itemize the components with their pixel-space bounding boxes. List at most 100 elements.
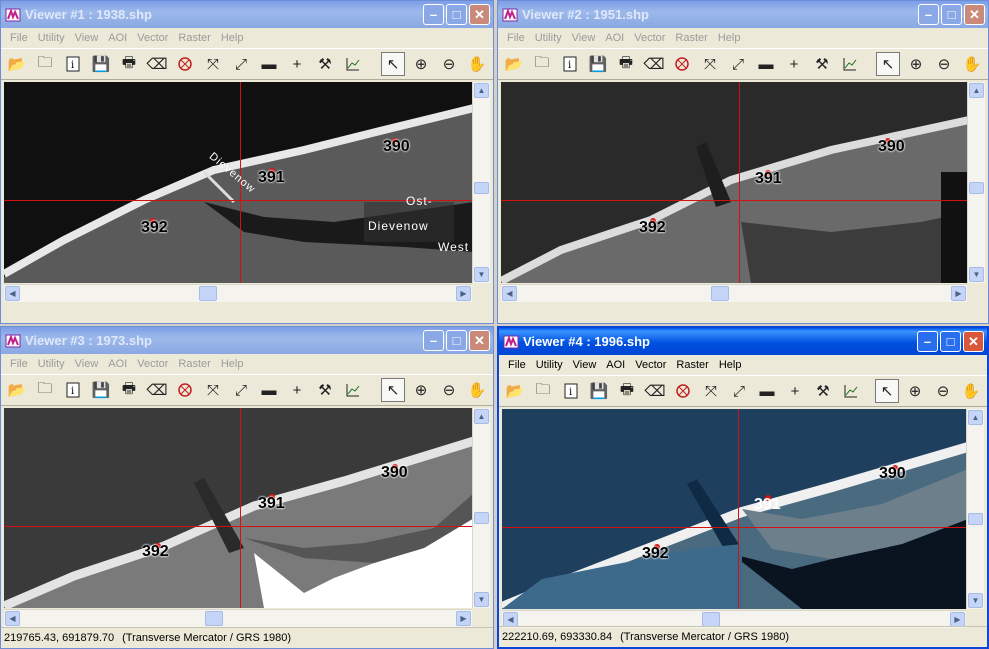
eraser-icon[interactable]: ⌫	[642, 52, 666, 76]
viewer-2-window[interactable]: Viewer #2 : 1951.shp – □ ✕ File Utility …	[497, 0, 989, 324]
vertical-scrollbar[interactable]: ▲ ▼	[966, 409, 984, 609]
menu-view[interactable]: View	[70, 358, 104, 370]
minimize-button[interactable]: –	[423, 330, 444, 351]
viewer-4-window[interactable]: Viewer #4 : 1996.shp – □ ✕ File Utility …	[497, 326, 989, 649]
maximize-button[interactable]: □	[940, 331, 961, 352]
scroll-right-button[interactable]: ▶	[950, 612, 965, 627]
menu-help[interactable]: Help	[216, 358, 249, 370]
hammer-icon[interactable]: ⚒	[810, 52, 834, 76]
scroll-right-button[interactable]: ▶	[951, 286, 966, 301]
eraser-icon[interactable]: ⌫	[643, 379, 667, 403]
new-layer-icon[interactable]: 🗀	[33, 52, 57, 76]
zoom-in-icon[interactable]: ⊕	[409, 52, 433, 76]
viewer-4-map[interactable]: 390 391 392	[502, 409, 966, 609]
eraser-icon[interactable]: ⌫	[145, 378, 169, 402]
menu-view[interactable]: View	[568, 359, 602, 371]
chart-icon[interactable]	[341, 52, 365, 76]
menu-vector[interactable]: Vector	[132, 32, 173, 44]
zoom-out-icon[interactable]: ⊖	[437, 378, 461, 402]
menu-help[interactable]: Help	[714, 359, 747, 371]
print-icon[interactable]: 🖶	[117, 378, 141, 402]
shrink-icon[interactable]: ⤧	[201, 378, 225, 402]
menu-aoi[interactable]: AOI	[103, 358, 132, 370]
save-icon[interactable]: 💾	[586, 52, 610, 76]
open-folder-icon[interactable]: 📂	[503, 379, 527, 403]
viewer-1-titlebar[interactable]: Viewer #1 : 1938.shp – □ ✕	[1, 1, 493, 28]
info-icon[interactable]: i	[61, 378, 85, 402]
pan-hand-icon[interactable]: ✋	[465, 378, 489, 402]
crosshair-icon[interactable]: +	[782, 52, 806, 76]
menu-file[interactable]: File	[503, 359, 531, 371]
scroll-thumb[interactable]	[702, 612, 720, 627]
menu-file[interactable]: File	[502, 32, 530, 44]
scroll-right-button[interactable]: ▶	[456, 611, 471, 626]
viewer-3-window[interactable]: Viewer #3 : 1973.shp – □ ✕ File Utility …	[0, 326, 494, 649]
menu-vector[interactable]: Vector	[132, 358, 173, 370]
menu-vector[interactable]: Vector	[630, 359, 671, 371]
chart-icon[interactable]	[341, 378, 365, 402]
menu-utility[interactable]: Utility	[531, 359, 568, 371]
menu-aoi[interactable]: AOI	[601, 359, 630, 371]
new-layer-icon[interactable]: 🗀	[33, 378, 57, 402]
print-icon[interactable]: 🖶	[615, 379, 639, 403]
zoom-out-icon[interactable]: ⊖	[931, 379, 955, 403]
grid-icon[interactable]	[173, 378, 197, 402]
scroll-left-button[interactable]: ◀	[503, 612, 518, 627]
menu-view[interactable]: View	[567, 32, 601, 44]
menu-utility[interactable]: Utility	[530, 32, 567, 44]
scroll-right-button[interactable]: ▶	[456, 286, 471, 301]
measure-icon[interactable]: ▬	[257, 52, 281, 76]
viewer-2-titlebar[interactable]: Viewer #2 : 1951.shp – □ ✕	[498, 1, 988, 28]
eraser-icon[interactable]: ⌫	[145, 52, 169, 76]
pan-hand-icon[interactable]: ✋	[960, 52, 984, 76]
scroll-down-button[interactable]: ▼	[968, 593, 983, 608]
hammer-icon[interactable]: ⚒	[313, 52, 337, 76]
pan-hand-icon[interactable]: ✋	[465, 52, 489, 76]
print-icon[interactable]: 🖶	[614, 52, 638, 76]
close-button[interactable]: ✕	[964, 4, 985, 25]
scroll-up-button[interactable]: ▲	[474, 83, 489, 98]
vertical-scrollbar[interactable]: ▲ ▼	[967, 82, 985, 283]
close-button[interactable]: ✕	[469, 330, 490, 351]
maximize-button[interactable]: □	[446, 4, 467, 25]
zoom-in-icon[interactable]: ⊕	[904, 52, 928, 76]
vertical-scrollbar[interactable]: ▲ ▼	[472, 82, 490, 283]
menu-utility[interactable]: Utility	[33, 358, 70, 370]
info-icon[interactable]: i	[558, 52, 582, 76]
crosshair-icon[interactable]: +	[285, 378, 309, 402]
horizontal-scrollbar[interactable]: ◀ ▶	[501, 284, 967, 302]
maximize-button[interactable]: □	[446, 330, 467, 351]
shrink-icon[interactable]: ⤧	[698, 52, 722, 76]
close-button[interactable]: ✕	[469, 4, 490, 25]
menu-aoi[interactable]: AOI	[600, 32, 629, 44]
menu-help[interactable]: Help	[713, 32, 746, 44]
scroll-thumb[interactable]	[199, 286, 217, 301]
crosshair-icon[interactable]: +	[285, 52, 309, 76]
grid-icon[interactable]	[671, 379, 695, 403]
expand-icon[interactable]: ⤢	[727, 379, 751, 403]
viewer-4-titlebar[interactable]: Viewer #4 : 1996.shp – □ ✕	[499, 328, 987, 355]
shrink-icon[interactable]: ⤧	[699, 379, 723, 403]
minimize-button[interactable]: –	[917, 331, 938, 352]
save-icon[interactable]: 💾	[89, 52, 113, 76]
scroll-thumb[interactable]	[711, 286, 729, 301]
scroll-thumb[interactable]	[474, 182, 489, 194]
open-folder-icon[interactable]: 📂	[5, 378, 29, 402]
menu-file[interactable]: File	[5, 32, 33, 44]
shrink-icon[interactable]: ⤧	[201, 52, 225, 76]
menu-raster[interactable]: Raster	[173, 358, 215, 370]
scroll-left-button[interactable]: ◀	[5, 286, 20, 301]
scroll-thumb[interactable]	[969, 182, 984, 194]
menu-view[interactable]: View	[70, 32, 104, 44]
viewer-3-titlebar[interactable]: Viewer #3 : 1973.shp – □ ✕	[1, 327, 493, 354]
chart-icon[interactable]	[839, 379, 863, 403]
hammer-icon[interactable]: ⚒	[313, 378, 337, 402]
scroll-down-button[interactable]: ▼	[474, 267, 489, 282]
zoom-out-icon[interactable]: ⊖	[437, 52, 461, 76]
measure-icon[interactable]: ▬	[754, 52, 778, 76]
menu-raster[interactable]: Raster	[173, 32, 215, 44]
scroll-thumb[interactable]	[968, 513, 983, 525]
scroll-up-button[interactable]: ▲	[969, 83, 984, 98]
menu-vector[interactable]: Vector	[629, 32, 670, 44]
viewer-1-map[interactable]: Dievenow Ost- Dievenow West 390 391 392	[4, 82, 472, 283]
